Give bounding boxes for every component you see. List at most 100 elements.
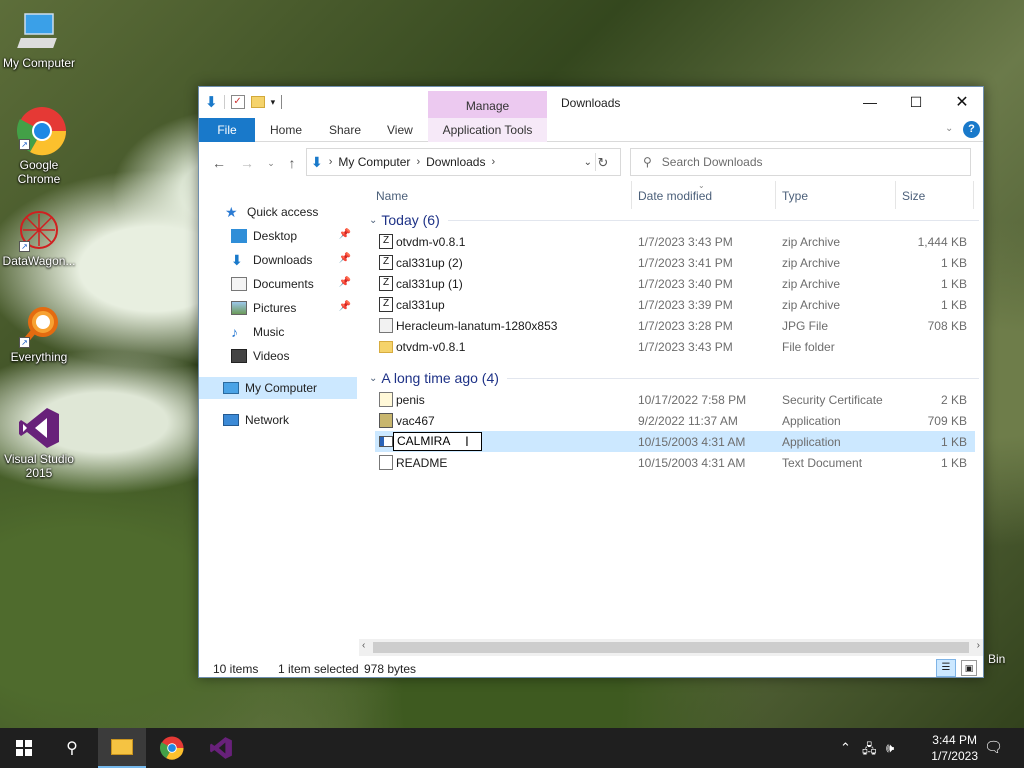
taskbar-file-explorer[interactable] (98, 728, 146, 768)
file-name: penis (396, 393, 425, 407)
refresh-button[interactable]: ↻ (593, 153, 613, 173)
nav-pictures[interactable]: Pictures 📌 (199, 297, 357, 319)
search-input[interactable]: ⚲ Search Downloads (630, 148, 971, 176)
desktop-icon-label: Visual Studio 2015 (4, 452, 74, 480)
file-size: 1 KB (940, 298, 967, 312)
nav-videos[interactable]: Videos (199, 345, 357, 367)
notifications-icon[interactable]: 🗨 (984, 738, 1003, 756)
address-dropdown-icon[interactable]: ⌄ (584, 157, 592, 168)
list-item[interactable]: Z cal331up (1) 1/7/2023 3:40 PM zip Arch… (375, 273, 975, 294)
search-button[interactable]: ⚲ (48, 728, 96, 768)
computer-icon (223, 382, 239, 394)
maximize-button[interactable]: ☐ (893, 87, 939, 117)
desktop-icon-datawagon[interactable]: ↗ DataWagon... (1, 208, 77, 268)
close-button[interactable]: ✕ (939, 87, 985, 117)
list-item[interactable]: Z cal331up 1/7/2023 3:39 PM zip Archive … (375, 294, 975, 315)
scroll-right-icon[interactable]: › (977, 640, 980, 651)
list-item[interactable]: otvdm-v0.8.1 1/7/2023 3:43 PM File folde… (375, 336, 975, 357)
show-hidden-icons-icon[interactable]: ⌃ (840, 740, 851, 756)
list-item[interactable]: Z cal331up (2) 1/7/2023 3:41 PM zip Arch… (375, 252, 975, 273)
file-type: File folder (782, 340, 835, 354)
recycle-bin-label[interactable]: Bin (988, 652, 1005, 666)
selection-count: 1 item selected (278, 662, 359, 676)
list-item[interactable]: Z otvdm-v0.8.1 1/7/2023 3:43 PM zip Arch… (375, 231, 975, 252)
nav-desktop[interactable]: Desktop 📌 (199, 225, 357, 247)
new-folder-icon[interactable] (250, 96, 265, 108)
group-header-today[interactable]: ⌄ Today (6) (369, 209, 979, 231)
up-button[interactable]: ↑ (282, 153, 302, 173)
text-cursor-icon: Ι (465, 433, 469, 449)
forward-button[interactable]: → (237, 153, 257, 173)
nav-quick-access[interactable]: ★ Quick access (199, 201, 357, 223)
nav-network[interactable]: Network (199, 409, 357, 431)
network-icon (223, 414, 239, 426)
list-item[interactable]: README 10/15/2003 4:31 AM Text Document … (375, 452, 975, 473)
list-item-selected[interactable]: CALMIRA Ι 10/15/2003 4:31 AM Application… (375, 431, 975, 452)
properties-icon[interactable]: ✓ (230, 95, 245, 109)
breadcrumb-my-computer[interactable]: My Computer (338, 155, 410, 169)
file-type: zip Archive (782, 235, 841, 249)
visual-studio-icon (210, 737, 232, 759)
clock[interactable]: 3:44 PM 1/7/2023 (931, 732, 978, 764)
desktop-icon-visual-studio[interactable]: Visual Studio 2015 (1, 406, 77, 480)
nav-music[interactable]: ♪ Music (199, 321, 357, 343)
list-item[interactable]: Heracleum-lanatum-1280x853 1/7/2023 3:28… (375, 315, 975, 336)
address-bar[interactable]: ⬇ › My Computer › Downloads › ⌄ (306, 148, 621, 176)
group-title: Today (6) (381, 212, 440, 228)
file-name: vac467 (396, 414, 435, 428)
file-name: README (396, 456, 448, 470)
recent-locations-button[interactable]: ⌄ (261, 153, 281, 173)
start-button[interactable] (0, 728, 48, 768)
nav-my-computer[interactable]: My Computer (199, 377, 357, 399)
group-header-long-ago[interactable]: ⌄ A long time ago (4) (369, 367, 979, 389)
help-icon[interactable]: ? (963, 121, 980, 138)
file-size: 1 KB (940, 435, 967, 449)
details-view-icon[interactable]: ☰ (936, 659, 956, 677)
tab-view[interactable]: View (376, 118, 424, 142)
image-file-icon (379, 318, 393, 333)
list-item[interactable]: penis 10/17/2022 7:58 PM Security Certif… (375, 389, 975, 410)
network-icon[interactable]: 🖧 (862, 740, 877, 762)
explorer-window: ⬇ ✓ ▾ Manage Downloads — ☐ ✕ File Home S… (198, 86, 984, 678)
minimize-button[interactable]: — (847, 87, 893, 117)
tab-file[interactable]: File (199, 118, 255, 142)
quick-access-toolbar: ⬇ ✓ ▾ (205, 93, 283, 111)
nav-documents[interactable]: Documents 📌 (199, 273, 357, 295)
nav-downloads[interactable]: ⬇ Downloads 📌 (199, 249, 357, 271)
documents-icon (231, 277, 247, 291)
navigation-pane: ★ Quick access Desktop 📌 ⬇ Downloads 📌 D… (199, 181, 359, 651)
taskbar-chrome[interactable] (148, 728, 196, 768)
desktop-icon-label: My Computer (2, 56, 76, 70)
text-document-icon (379, 455, 393, 470)
manage-tab[interactable]: Manage (428, 91, 547, 118)
nav-label: Music (253, 325, 285, 339)
expand-ribbon-icon[interactable]: ⌄ (945, 123, 953, 134)
tab-home[interactable]: Home (259, 118, 313, 142)
file-name: otvdm-v0.8.1 (396, 340, 466, 354)
desktop-icon-everything[interactable]: ↗ Everything (1, 304, 77, 364)
horizontal-scrollbar[interactable]: ‹ › (359, 639, 983, 656)
application-icon (379, 413, 393, 428)
scroll-left-icon[interactable]: ‹ (362, 640, 365, 651)
search-icon: ⚲ (66, 740, 78, 757)
file-size: 1 KB (940, 456, 967, 470)
nav-label: Downloads (253, 253, 313, 267)
chevron-down-icon: ⌄ (369, 214, 378, 226)
back-button[interactable]: ← (209, 153, 229, 173)
download-arrow-icon[interactable]: ⬇ (205, 93, 218, 111)
customize-qat-icon[interactable]: ▾ (271, 97, 276, 108)
volume-icon[interactable]: 🕪 (886, 740, 894, 756)
file-type: JPG File (782, 319, 829, 333)
tab-share[interactable]: Share (318, 118, 372, 142)
zip-archive-icon: Z (379, 234, 393, 249)
desktop-icon-chrome[interactable]: ↗ Google Chrome (1, 106, 77, 186)
taskbar-visual-studio[interactable] (197, 728, 245, 768)
desktop-icon-my-computer[interactable]: My Computer (1, 10, 77, 70)
tab-application-tools[interactable]: Application Tools (428, 118, 547, 142)
breadcrumb-downloads[interactable]: Downloads (426, 155, 485, 169)
title-bar: ⬇ ✓ ▾ Manage Downloads — ☐ ✕ (199, 87, 983, 118)
list-item[interactable]: vac467 9/2/2022 11:37 AM Application 709… (375, 410, 975, 431)
scrollbar-thumb[interactable] (373, 642, 969, 653)
pin-icon: 📌 (338, 229, 351, 240)
large-icons-view-icon[interactable]: ▣ (961, 660, 977, 676)
